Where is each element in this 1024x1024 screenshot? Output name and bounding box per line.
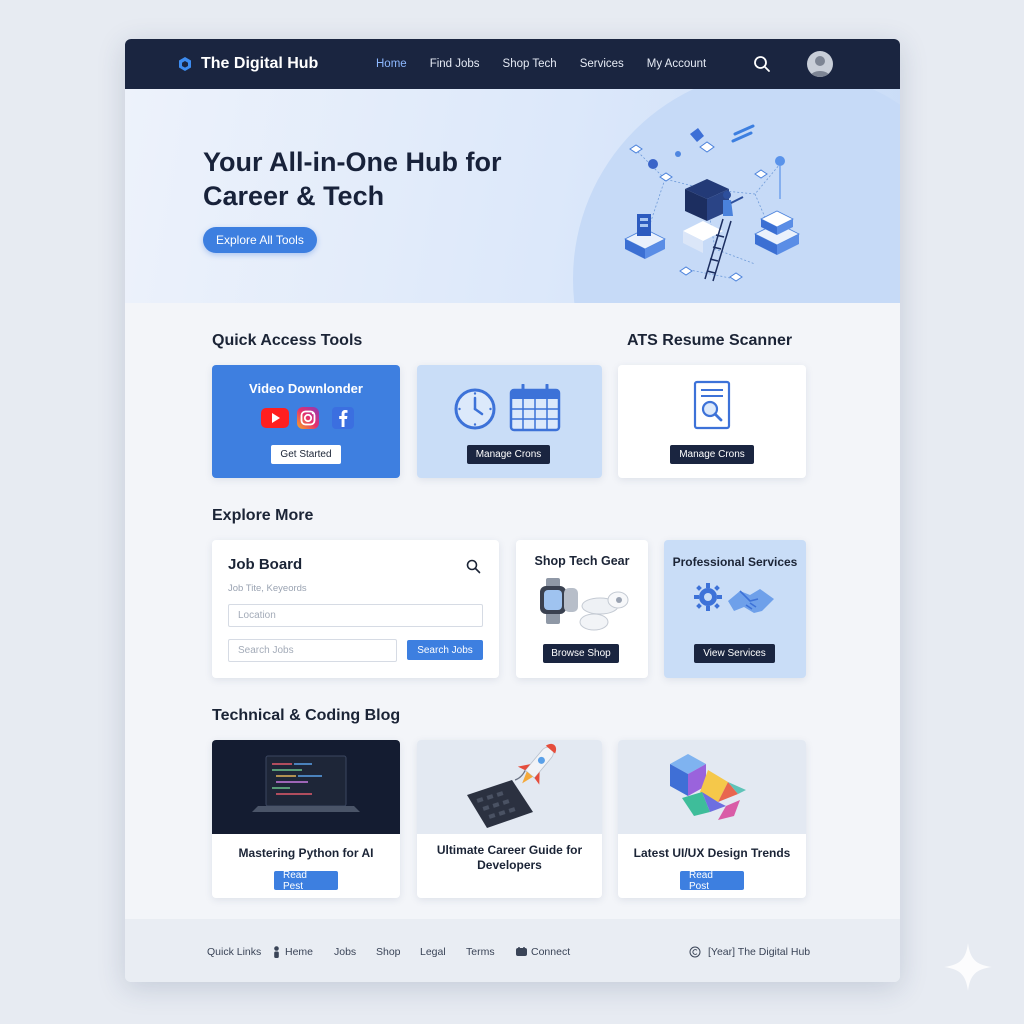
browser-page: The Digital Hub Home Find Jobs Shop Tech…: [125, 39, 900, 982]
footer: Quick Links Heme Jobs Shop Legal Terms C…: [125, 919, 900, 982]
ats-manage-crons-button[interactable]: Manage Crons: [670, 445, 754, 464]
nav-home[interactable]: Home: [376, 58, 407, 70]
nav-services[interactable]: Services: [580, 58, 624, 70]
shop-tech-card[interactable]: Shop Tech Gear Browse Shop: [516, 540, 648, 678]
hero-title: Your All-in-One Hub for Career & Tech: [203, 147, 502, 211]
blog-card-uiux[interactable]: Latest UI/UX Design Trends Read Post: [618, 740, 806, 898]
blog-image-cubes: [618, 740, 806, 834]
rocket-keyboard-icon: [467, 743, 557, 828]
shop-tech-title: Shop Tech Gear: [534, 554, 630, 568]
cron-manager-card[interactable]: Manage Crons: [417, 365, 602, 478]
explore-all-tools-button[interactable]: Explore All Tools: [203, 227, 317, 253]
explore-more-heading: Explore More: [212, 507, 314, 524]
get-started-button[interactable]: Get Started: [271, 445, 341, 464]
search-icon[interactable]: [753, 55, 771, 73]
smartwatch-earbuds-icon: [540, 578, 629, 631]
search-jobs-button[interactable]: Search Jobs: [407, 640, 483, 660]
footer-shop-link[interactable]: Shop: [376, 946, 401, 958]
footer-connect-link[interactable]: Connect: [531, 946, 570, 958]
blog-heading: Technical & Coding Blog: [212, 707, 401, 724]
hero-banner: Your All-in-One Hub for Career & Tech Ex…: [125, 89, 900, 303]
brand-name: The Digital Hub: [201, 55, 319, 72]
sparkle-icon: [944, 943, 992, 991]
nav-my-account[interactable]: My Account: [647, 58, 706, 70]
laptop-code-icon: [252, 755, 360, 812]
hub-logo-icon: [179, 57, 191, 71]
instagram-icon: [297, 407, 319, 429]
browse-shop-button[interactable]: Browse Shop: [543, 644, 619, 663]
job-board-card: Job Board Job Tite, Keyeords Search Jobs: [212, 540, 499, 678]
view-services-button[interactable]: View Services: [694, 644, 775, 663]
job-search-input[interactable]: [228, 639, 397, 662]
professional-services-card[interactable]: Professional Services View Services: [664, 540, 806, 678]
person-icon: [274, 946, 279, 958]
job-board-title: Job Board: [228, 556, 303, 573]
quick-access-heading: Quick Access Tools: [212, 332, 363, 349]
ats-heading: ATS Resume Scanner: [627, 332, 793, 349]
professional-services-title: Professional Services: [672, 555, 798, 569]
footer-home-link[interactable]: Heme: [285, 946, 313, 958]
blog-card-career[interactable]: Ultimate Career Guide for Developers: [417, 740, 602, 898]
manage-crons-button[interactable]: Manage Crons: [467, 445, 550, 464]
blog-card-python[interactable]: Mastering Python for AI Read Pest: [212, 740, 400, 898]
footer-jobs-link[interactable]: Jobs: [334, 946, 356, 958]
nav-shop-tech[interactable]: Shop Tech: [503, 58, 557, 70]
nav-find-jobs[interactable]: Find Jobs: [430, 58, 480, 70]
keywords-hint[interactable]: Job Tite, Keyeords: [228, 583, 307, 594]
footer-legal-link[interactable]: Legal: [420, 946, 446, 958]
footer-copyright: [Year] The Digital Hub: [708, 946, 811, 958]
search-icon[interactable]: [466, 559, 481, 574]
video-downloader-title: Video Downlonder: [249, 381, 363, 396]
read-post-button-uiux[interactable]: Read Post: [680, 870, 744, 892]
ats-scanner-card[interactable]: Manage Crons: [618, 365, 806, 478]
brand[interactable]: The Digital Hub: [177, 39, 318, 89]
nav-links: Home Find Jobs Shop Tech Services My Acc…: [376, 39, 729, 89]
copyright-icon: [689, 946, 701, 958]
footer-terms-link[interactable]: Terms: [466, 946, 495, 958]
top-nav: The Digital Hub Home Find Jobs Shop Tech…: [125, 39, 900, 89]
blog-title-uiux[interactable]: Latest UI/UX Design Trends: [618, 846, 806, 860]
video-downloader-card[interactable]: Video Downlonder Get Started: [212, 365, 400, 478]
calendar-icon: [509, 384, 561, 432]
geometric-shapes-icon: [670, 754, 746, 820]
connect-icon: [516, 947, 527, 956]
blog-title-career[interactable]: Ultimate Career Guide for Developers: [427, 843, 592, 873]
blog-image-rocket: [417, 740, 602, 834]
facebook-icon: [332, 407, 354, 429]
footer-quick-links: Quick Links: [207, 946, 262, 958]
read-post-button-python[interactable]: Read Pest: [274, 870, 338, 892]
resume-scan-icon: [693, 380, 731, 430]
clock-icon: [454, 388, 496, 430]
gear-handshake-icon: [694, 583, 774, 613]
location-field[interactable]: [228, 604, 483, 627]
avatar[interactable]: [807, 51, 833, 77]
isometric-network-illustration: [624, 124, 800, 282]
blog-image-laptop: [212, 740, 400, 834]
youtube-icon: [261, 408, 289, 428]
blog-title-python[interactable]: Mastering Python for AI: [212, 846, 400, 860]
user-icon: [810, 56, 830, 77]
